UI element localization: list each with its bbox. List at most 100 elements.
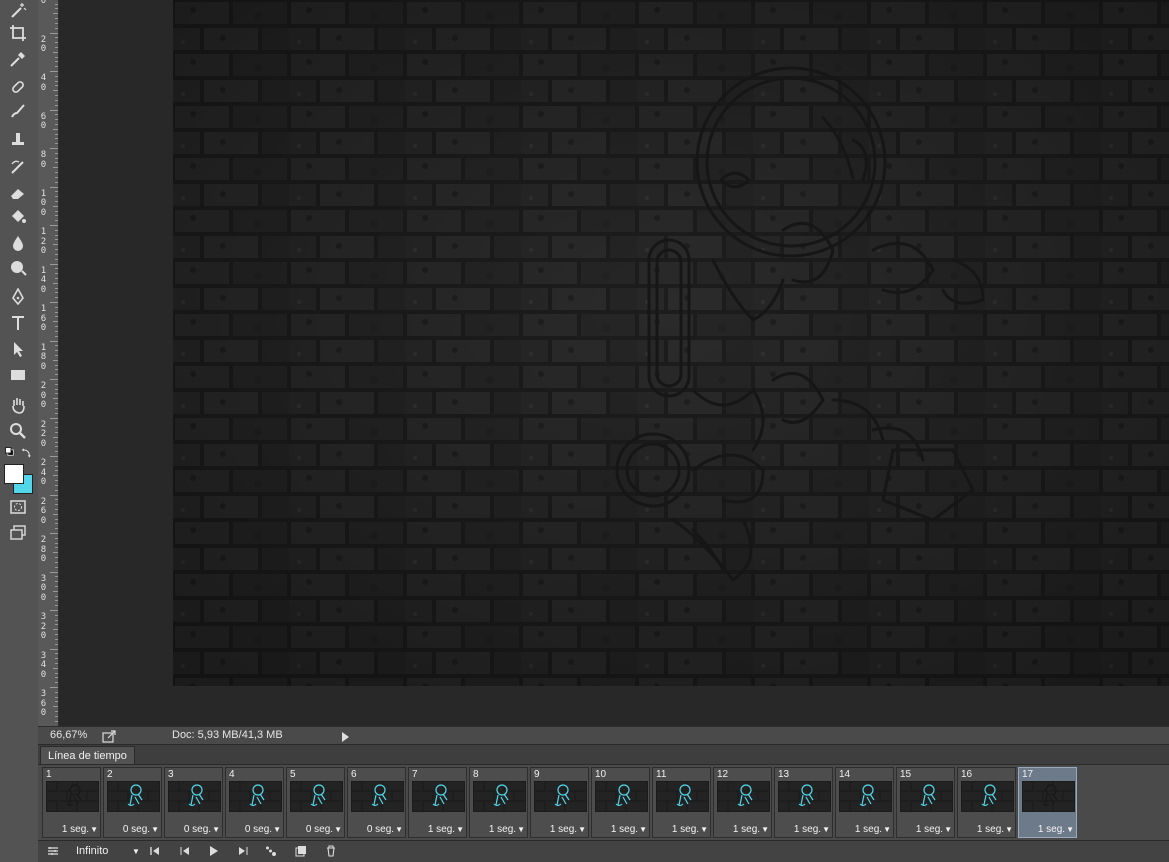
frame-delay-select[interactable]: 0 seg.▼ xyxy=(104,824,159,835)
frame-thumbnail xyxy=(656,781,709,812)
ruler-tick xyxy=(55,480,58,482)
document-workspace[interactable] xyxy=(59,0,1169,726)
timeline-frame[interactable]: 1 1 seg.▼ xyxy=(42,767,101,838)
frame-delay-select[interactable]: 1 seg.▼ xyxy=(897,824,952,835)
ruler-tick xyxy=(55,66,58,68)
screen-mode-icon[interactable] xyxy=(7,522,29,544)
history-brush-icon[interactable] xyxy=(7,156,29,178)
swap-colors-icon[interactable] xyxy=(20,446,34,460)
share-icon[interactable] xyxy=(102,729,118,743)
frame-delay-select[interactable]: 0 seg.▼ xyxy=(287,824,342,835)
timeline-frame[interactable]: 13 1 seg.▼ xyxy=(774,767,833,838)
crop-icon[interactable] xyxy=(7,22,29,44)
ruler-tick xyxy=(55,316,58,318)
ruler-tick xyxy=(55,634,58,636)
clone-stamp-icon[interactable] xyxy=(7,128,29,150)
timeline-frame[interactable]: 16 1 seg.▼ xyxy=(957,767,1016,838)
ruler-tick xyxy=(55,431,58,433)
timeline-frame[interactable]: 5 0 seg.▼ xyxy=(286,767,345,838)
frame-delay-select[interactable]: 0 seg.▼ xyxy=(165,824,220,835)
eyedropper-icon[interactable] xyxy=(7,48,29,70)
timeline-frame[interactable]: 10 1 seg.▼ xyxy=(591,767,650,838)
frame-delay-value: 1 seg. xyxy=(488,824,517,835)
chevron-down-icon: ▼ xyxy=(944,825,952,834)
ruler-label: 2 0 xyxy=(40,34,47,54)
ruler-tick xyxy=(55,297,58,299)
tween-icon[interactable] xyxy=(262,843,280,859)
frame-delay-value: 1 seg. xyxy=(976,824,1005,835)
play-icon[interactable] xyxy=(204,843,222,859)
timeline-frame[interactable]: 11 1 seg.▼ xyxy=(652,767,711,838)
timeline-frame[interactable]: 14 1 seg.▼ xyxy=(835,767,894,838)
ruler-tick xyxy=(55,427,58,429)
quick-mask-icon[interactable] xyxy=(7,496,29,518)
frame-delay-select[interactable]: 0 seg.▼ xyxy=(226,824,281,835)
dodge-icon[interactable] xyxy=(7,256,29,278)
paint-bucket-icon[interactable] xyxy=(7,206,29,228)
frame-delay-select[interactable]: 1 seg.▼ xyxy=(653,824,708,835)
default-colors-icon[interactable] xyxy=(4,446,18,460)
timeline-frame[interactable]: 2 0 seg.▼ xyxy=(103,767,162,838)
foreground-color-swatch[interactable] xyxy=(4,464,24,484)
frame-delay-select[interactable]: 0 seg.▼ xyxy=(348,824,403,835)
timeline-frame[interactable]: 3 0 seg.▼ xyxy=(164,767,223,838)
path-selection-icon[interactable] xyxy=(7,338,29,360)
timeline-frame[interactable]: 15 1 seg.▼ xyxy=(896,767,955,838)
loop-select[interactable]: Infinito ▼ xyxy=(76,844,146,859)
frame-delay-select[interactable]: 1 seg.▼ xyxy=(775,824,830,835)
ruler-tick xyxy=(55,249,58,251)
chevron-down-icon: ▼ xyxy=(334,825,342,834)
timeline-frame[interactable]: 8 1 seg.▼ xyxy=(469,767,528,838)
timeline-tab[interactable]: Línea de tiempo xyxy=(40,746,135,765)
ruler-label: 3 4 0 xyxy=(40,650,47,680)
ruler-tick xyxy=(50,610,58,611)
healing-brush-icon[interactable] xyxy=(7,76,29,98)
blur-drop-icon[interactable] xyxy=(7,232,29,254)
frame-thumbnail xyxy=(229,781,282,812)
frame-delay-select[interactable]: 1 seg.▼ xyxy=(836,824,891,835)
eraser-icon[interactable] xyxy=(7,182,29,204)
frame-thumbnail xyxy=(473,781,526,812)
frame-delay-select[interactable]: 1 seg.▼ xyxy=(409,824,464,835)
frame-delay-select[interactable]: 1 seg.▼ xyxy=(531,824,586,835)
timeline-frame[interactable]: 7 1 seg.▼ xyxy=(408,767,467,838)
frame-delay-select[interactable]: 1 seg.▼ xyxy=(470,824,525,835)
first-frame-icon[interactable] xyxy=(146,843,164,859)
frame-delay-select[interactable]: 1 seg.▼ xyxy=(958,824,1013,835)
ruler-tick xyxy=(55,672,58,674)
ruler-tick xyxy=(55,422,58,424)
timeline-frame[interactable]: 9 1 seg.▼ xyxy=(530,767,589,838)
timeline-frame[interactable]: 17 1 seg.▼ xyxy=(1018,767,1077,838)
ruler-tick xyxy=(55,37,58,39)
magic-wand-icon[interactable] xyxy=(7,0,29,22)
frame-delay-select[interactable]: 1 seg.▼ xyxy=(592,824,647,835)
ruler-tick xyxy=(53,398,58,400)
rectangle-icon[interactable] xyxy=(7,364,29,386)
zoom-icon[interactable] xyxy=(7,420,29,442)
zoom-level[interactable]: 66,67% xyxy=(50,729,87,741)
hand-icon[interactable] xyxy=(7,394,29,416)
ruler-tick xyxy=(55,383,58,385)
ruler-tick xyxy=(55,176,58,178)
frame-delay-select[interactable]: 1 seg.▼ xyxy=(714,824,769,835)
pen-icon[interactable] xyxy=(7,286,29,308)
status-menu-arrow-icon[interactable] xyxy=(338,730,352,744)
next-frame-icon[interactable] xyxy=(234,843,252,859)
frame-delay-select[interactable]: 1 seg.▼ xyxy=(1019,824,1074,835)
delete-frame-icon[interactable] xyxy=(322,843,340,859)
color-swatches[interactable] xyxy=(4,464,34,494)
frame-thumbnail xyxy=(900,781,953,812)
frame-thumbnail xyxy=(778,781,831,812)
document-size: Doc: 5,93 MB/41,3 MB xyxy=(172,729,283,741)
ruler-tick xyxy=(55,662,58,664)
timeline-menu-icon[interactable] xyxy=(44,843,62,859)
brush-icon[interactable] xyxy=(7,100,29,122)
previous-frame-icon[interactable] xyxy=(176,843,194,859)
frame-delay-select[interactable]: 1 seg.▼ xyxy=(43,824,98,835)
duplicate-frame-icon[interactable] xyxy=(292,843,310,859)
timeline-frame[interactable]: 4 0 seg.▼ xyxy=(225,767,284,838)
type-icon[interactable] xyxy=(7,312,29,334)
timeline-frame[interactable]: 12 1 seg.▼ xyxy=(713,767,772,838)
timeline-frame[interactable]: 6 0 seg.▼ xyxy=(347,767,406,838)
document-canvas[interactable] xyxy=(173,0,1169,686)
